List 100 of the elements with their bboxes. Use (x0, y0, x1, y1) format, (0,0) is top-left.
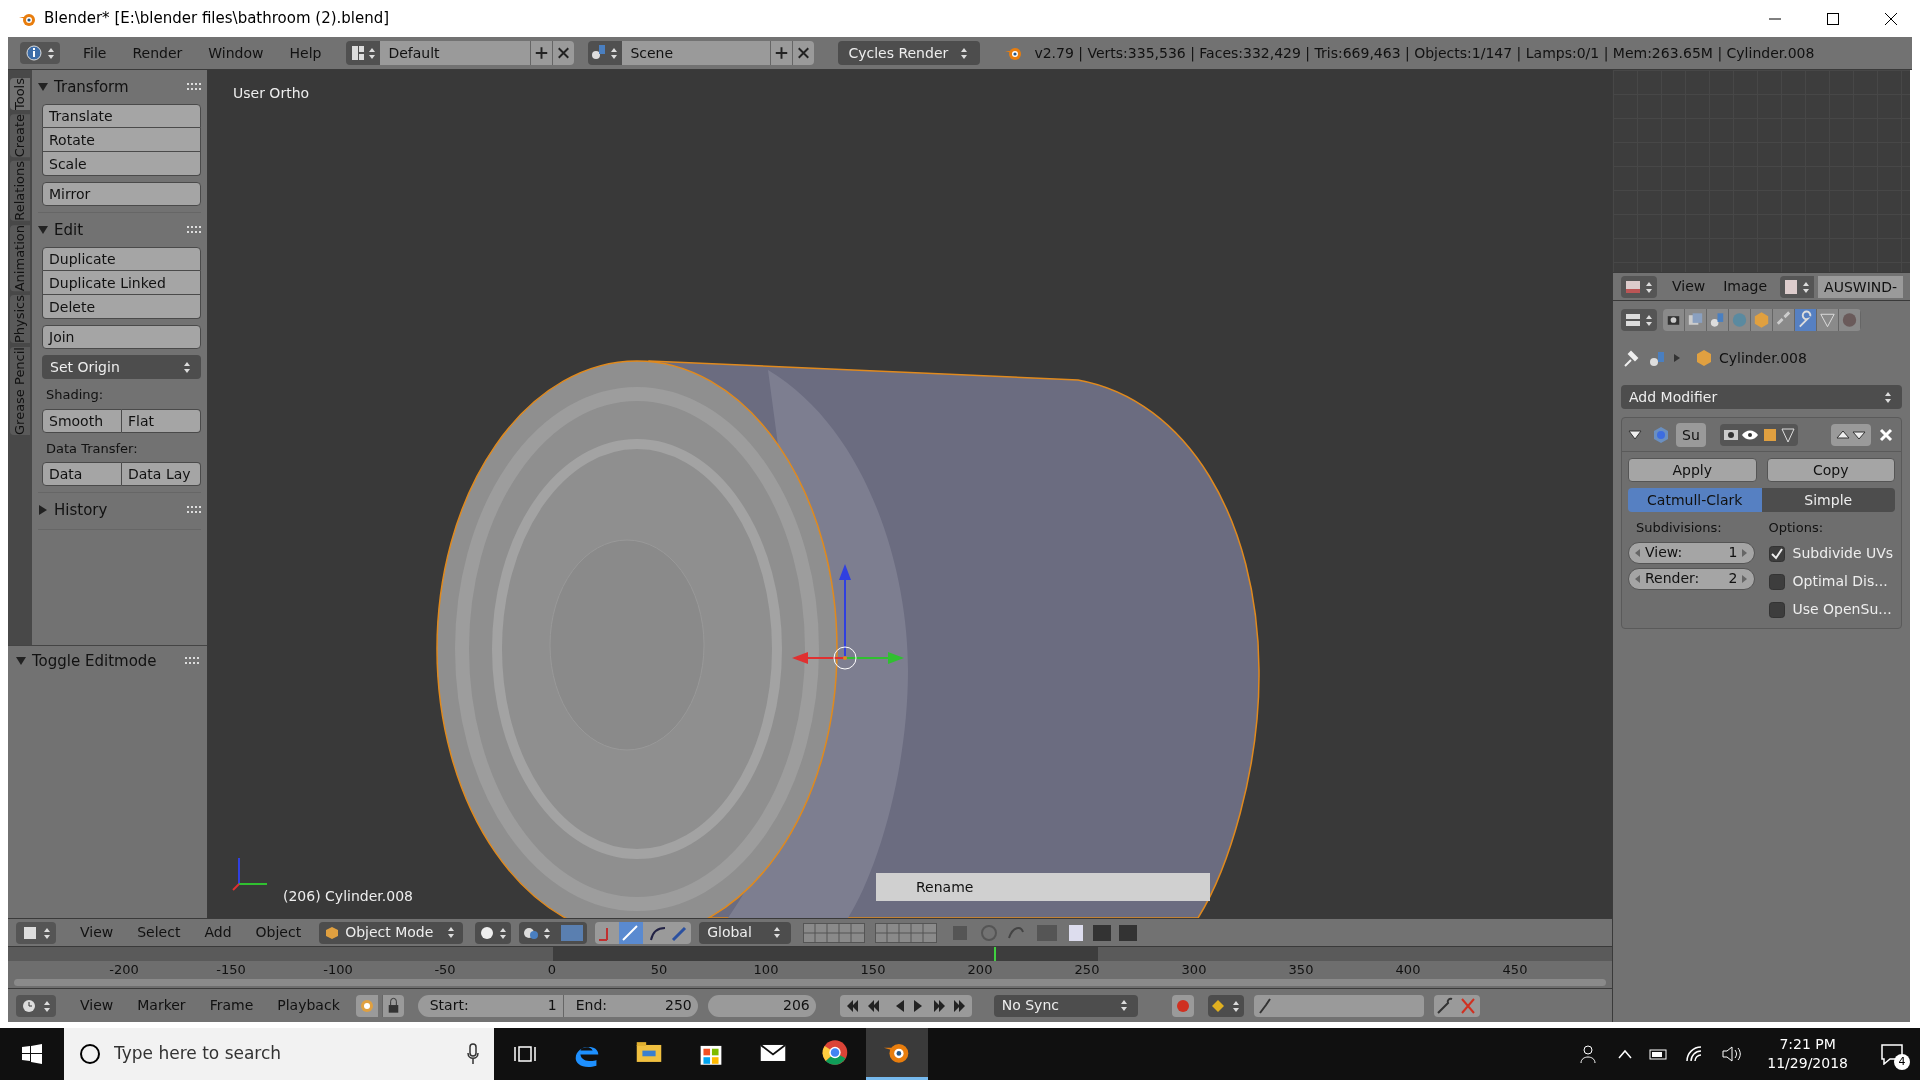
option-label[interactable]: Use OpenSu... (1792, 599, 1892, 620)
manipulator-icons[interactable] (595, 921, 692, 944)
expand-arrow-icon[interactable] (38, 505, 48, 515)
option-label[interactable]: Subdivide UVs (1792, 543, 1894, 564)
clock[interactable]: 7:21 PM 11/29/2018 (1759, 1035, 1856, 1073)
subdivision-type-option[interactable]: Catmull-Clark (1628, 488, 1762, 512)
checkbox[interactable] (1768, 545, 1785, 562)
notifications-icon[interactable] (1880, 1043, 1904, 1065)
close-icon[interactable] (552, 41, 575, 65)
panel-title[interactable]: History (54, 498, 108, 522)
tool-button[interactable]: Flat (122, 408, 201, 433)
tool-button[interactable]: Join (42, 325, 201, 349)
panel-tab[interactable]: Tools (10, 78, 30, 111)
panel-title[interactable]: Toggle Editmode (32, 649, 157, 673)
properties-tab[interactable] (1795, 309, 1817, 331)
search-box[interactable]: Type here to search (64, 1028, 494, 1080)
menu-item[interactable]: View (70, 922, 124, 943)
menu-item[interactable]: View (1665, 276, 1713, 297)
collapse-arrow-icon[interactable] (1628, 429, 1642, 440)
orientation-dropdown[interactable]: Global (699, 921, 792, 944)
timeline-scrollbar[interactable] (14, 979, 1606, 986)
drag-handle-icon[interactable] (185, 657, 199, 665)
panel-title[interactable]: Transform (54, 75, 129, 99)
playback-controls[interactable] (839, 994, 972, 1017)
visibility-toggles[interactable] (1719, 423, 1798, 446)
scene-icon[interactable] (588, 41, 623, 65)
screen-layout-icon[interactable] (346, 41, 381, 65)
tool-button[interactable]: Duplicate Linked (42, 271, 201, 295)
keyframe-icon[interactable] (1207, 994, 1244, 1017)
copy-button[interactable]: Copy (1766, 458, 1895, 482)
menu-item[interactable]: File (72, 42, 118, 64)
keying-icons[interactable] (1433, 994, 1480, 1017)
tray-chevron-icon[interactable] (1617, 1048, 1634, 1060)
tool-button[interactable]: Rotate (42, 128, 201, 152)
option-label[interactable]: Optimal Dis... (1792, 571, 1888, 592)
properties-tab[interactable] (1685, 309, 1707, 331)
properties-tab[interactable] (1663, 309, 1685, 331)
tool-button[interactable]: Scale (42, 152, 201, 176)
menu-item[interactable]: View (70, 995, 124, 1016)
mode-dropdown[interactable]: Object Mode (319, 921, 464, 944)
panel-title[interactable]: Edit (54, 218, 84, 242)
pivot-icon[interactable] (519, 921, 588, 944)
transform-manipulator[interactable] (792, 564, 904, 670)
image-name-field[interactable]: AUSWIND- (1818, 275, 1904, 298)
preview-range-icon[interactable] (355, 994, 378, 1017)
keying-set-field[interactable] (1253, 994, 1424, 1017)
menu-item[interactable]: Frame (199, 995, 264, 1016)
apply-button[interactable]: Apply (1628, 458, 1757, 482)
menu-item[interactable]: Render (121, 42, 194, 64)
tool-button[interactable]: Mirror (42, 182, 201, 206)
properties-editor-icon[interactable] (1621, 309, 1657, 331)
shading-icon[interactable] (475, 921, 512, 944)
drag-handle-icon[interactable] (187, 226, 201, 234)
start-frame-field[interactable]: Start: 1 (417, 994, 564, 1017)
menu-item[interactable]: Marker (127, 995, 196, 1016)
tool-button[interactable]: Duplicate (42, 247, 201, 271)
scene-field[interactable]: Scene (622, 41, 771, 65)
sync-dropdown[interactable]: No Sync (993, 994, 1138, 1017)
render-engine-dropdown[interactable]: Cycles Render (838, 41, 981, 65)
clock-icon[interactable] (16, 994, 56, 1017)
subdivision-type-option[interactable]: Simple (1761, 488, 1895, 512)
drag-handle-icon[interactable] (187, 83, 201, 91)
image-editor-icon[interactable] (1621, 275, 1657, 298)
drag-handle-icon[interactable] (187, 506, 201, 514)
end-frame-field[interactable]: End: 250 (563, 994, 698, 1017)
current-frame-field[interactable]: 206 (707, 994, 816, 1017)
search-field[interactable]: Type here to search (114, 1041, 454, 1067)
tool-button[interactable]: Smooth (42, 408, 122, 433)
properties-tab[interactable] (1817, 309, 1839, 331)
set-origin-dropdown[interactable]: Set Origin (42, 355, 201, 379)
checkbox[interactable] (1768, 573, 1785, 590)
menu-item[interactable]: Object (245, 922, 312, 943)
microphone-icon[interactable] (466, 1043, 480, 1065)
add-modifier-dropdown[interactable]: Add Modifier (1621, 385, 1902, 409)
lock-icon[interactable] (381, 994, 404, 1017)
close-icon[interactable] (792, 41, 815, 65)
layout-field[interactable]: Default (380, 41, 531, 65)
tool-button[interactable]: Delete (42, 295, 201, 319)
tool-button[interactable]: Translate (42, 104, 201, 128)
checkbox[interactable] (1768, 601, 1785, 618)
start-icon[interactable] (22, 1044, 42, 1064)
modifier-name-field[interactable]: Su (1676, 422, 1706, 447)
task-view-icon[interactable] (514, 1043, 536, 1065)
editor-type-icon[interactable] (16, 921, 56, 944)
menu-item[interactable]: Image (1716, 276, 1775, 297)
rename-popup[interactable]: Rename (876, 873, 1210, 901)
add-icon[interactable] (530, 41, 553, 65)
tool-button[interactable]: Data Lay (122, 462, 201, 486)
tool-button[interactable]: Data (42, 462, 122, 486)
info-editor-icon[interactable] (20, 42, 60, 64)
menu-item[interactable]: Window (197, 42, 275, 64)
battery-icon[interactable] (1649, 1047, 1670, 1061)
add-icon[interactable] (770, 41, 793, 65)
move-arrows-icon[interactable] (1831, 423, 1871, 446)
volume-icon[interactable] (1721, 1045, 1744, 1063)
current-frame-marker[interactable] (993, 947, 996, 961)
image-browse-icon[interactable] (1780, 275, 1815, 298)
blender-app-icon[interactable] (866, 1028, 928, 1080)
properties-tab[interactable] (1707, 309, 1729, 331)
properties-tab[interactable] (1773, 309, 1795, 331)
